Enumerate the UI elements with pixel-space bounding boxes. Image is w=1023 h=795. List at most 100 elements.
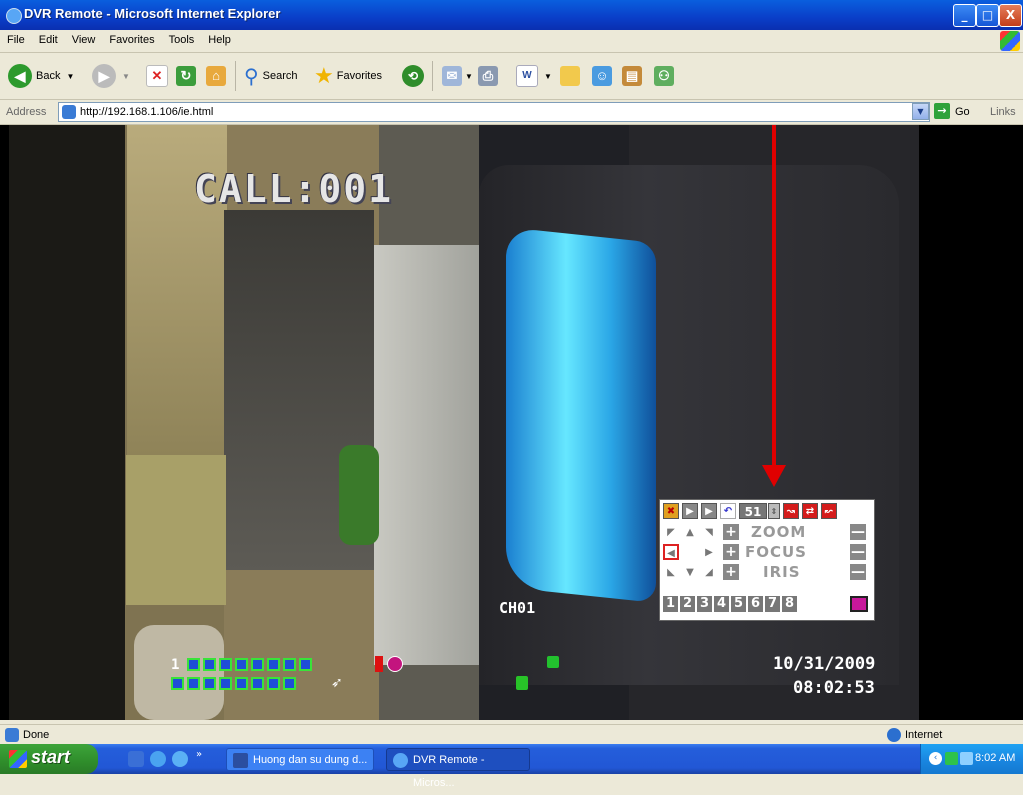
- channel-indicator[interactable]: [203, 677, 216, 690]
- ptz-up-icon[interactable]: ▲: [682, 524, 698, 540]
- quicklaunch-ie-icon[interactable]: [150, 751, 166, 767]
- quicklaunch-expand-icon[interactable]: »: [196, 749, 202, 760]
- forward-dropdown-icon[interactable]: ▼: [122, 72, 130, 81]
- refresh-button[interactable]: ↻: [176, 59, 196, 93]
- quicklaunch-ie2-icon[interactable]: [172, 751, 188, 767]
- title-bar[interactable]: DVR Remote - Microsoft Internet Explorer…: [0, 0, 1023, 30]
- channel-indicator[interactable]: [267, 658, 280, 671]
- ptz-close-icon[interactable]: ✖: [663, 503, 679, 519]
- channel-indicator[interactable]: [235, 677, 248, 690]
- ptz-channel-3-button[interactable]: 3: [697, 596, 712, 612]
- zoom-out-button[interactable]: —: [850, 524, 866, 540]
- ptz-goto-preset-icon[interactable]: ↝: [783, 503, 799, 519]
- menu-tools[interactable]: Tools: [162, 30, 202, 46]
- tray-security-icon[interactable]: [945, 752, 958, 765]
- record-indicator-icon: [375, 656, 383, 672]
- ptz-left-icon[interactable]: ◀: [663, 544, 679, 560]
- ptz-up-left-icon[interactable]: ◤: [663, 524, 679, 540]
- mail-button[interactable]: ✉ ▼: [442, 59, 473, 93]
- channel-indicator[interactable]: [171, 677, 184, 690]
- messenger-button[interactable]: ☺: [592, 59, 612, 93]
- ptz-next-icon[interactable]: ▶: [682, 503, 698, 519]
- person-green: [339, 445, 379, 545]
- tray-network-icon[interactable]: [960, 752, 973, 765]
- menu-favorites[interactable]: Favorites: [102, 30, 161, 46]
- favorites-button[interactable]: ★ Favorites: [314, 59, 382, 93]
- channel-indicator[interactable]: [267, 677, 280, 690]
- address-input[interactable]: http://192.168.1.106/ie.html: [58, 102, 930, 122]
- channel-indicator[interactable]: [251, 677, 264, 690]
- task-button-word[interactable]: Huong dan su dung d...: [226, 748, 374, 771]
- ie-task-icon: [393, 753, 408, 768]
- focus-near-button[interactable]: +: [723, 544, 739, 560]
- channel-indicator[interactable]: [299, 658, 312, 671]
- quicklaunch-desktop-icon[interactable]: [128, 751, 144, 767]
- ptz-down-icon[interactable]: ▼: [682, 564, 698, 580]
- search-button[interactable]: ⚲ Search: [244, 59, 298, 93]
- task-button-ie[interactable]: DVR Remote - Micros...: [386, 748, 530, 789]
- contacts-button[interactable]: ⚇: [654, 59, 674, 93]
- address-dropdown-icon[interactable]: ▼: [912, 103, 929, 120]
- ptz-right-icon[interactable]: ▶: [701, 544, 717, 560]
- research-button[interactable]: ▤: [622, 59, 642, 93]
- focus-far-button[interactable]: —: [850, 544, 866, 560]
- folder-button[interactable]: [560, 59, 580, 93]
- go-button[interactable]: Go: [955, 106, 970, 118]
- menu-edit[interactable]: Edit: [32, 30, 65, 46]
- history-button[interactable]: ⟲: [402, 59, 424, 93]
- ptz-multiview-icon[interactable]: [850, 596, 868, 612]
- channel-indicator[interactable]: [187, 677, 200, 690]
- minimize-button[interactable]: _: [953, 4, 976, 27]
- camera-video-feed[interactable]: CALL:001 CH01 10/31/2009 08:02:53 1 ➶ ✖ …: [9, 125, 1018, 720]
- ptz-channel-4-button[interactable]: 4: [714, 596, 729, 612]
- ptz-channel-6-button[interactable]: 6: [748, 596, 763, 612]
- back-button[interactable]: ◀ Back ▼: [8, 59, 74, 93]
- ptz-undo-icon[interactable]: ↶: [720, 503, 736, 519]
- stop-button[interactable]: ✕: [146, 59, 168, 93]
- back-dropdown-icon[interactable]: ▼: [66, 72, 74, 81]
- ptz-channel-7-button[interactable]: 7: [765, 596, 780, 612]
- home-button[interactable]: ⌂: [206, 59, 226, 93]
- menu-help[interactable]: Help: [201, 30, 238, 46]
- tray-clock[interactable]: 8:02 AM: [975, 752, 1015, 764]
- menu-view[interactable]: View: [65, 30, 103, 46]
- ptz-channel-5-button[interactable]: 5: [731, 596, 746, 612]
- zoom-in-button[interactable]: +: [723, 524, 739, 540]
- forward-button[interactable]: ▶ ▼: [92, 59, 130, 93]
- links-button[interactable]: Links: [990, 106, 1016, 118]
- channel-indicator[interactable]: [187, 658, 200, 671]
- channel-indicator[interactable]: [283, 658, 296, 671]
- ptz-preset-value[interactable]: 51: [739, 503, 767, 519]
- ptz-down-left-icon[interactable]: ◣: [663, 564, 679, 580]
- ptz-down-right-icon[interactable]: ◢: [701, 564, 717, 580]
- maximize-button[interactable]: □: [976, 4, 999, 27]
- channel-indicator[interactable]: [235, 658, 248, 671]
- ptz-play-icon[interactable]: ▶: [701, 503, 717, 519]
- edit-word-button[interactable]: W ▼: [516, 59, 552, 93]
- ptz-channel-1-button[interactable]: 1: [663, 596, 678, 612]
- ptz-channel-2-button[interactable]: 2: [680, 596, 695, 612]
- close-button[interactable]: X: [999, 4, 1022, 27]
- channel-indicator[interactable]: [251, 658, 264, 671]
- ptz-up-right-icon[interactable]: ◥: [701, 524, 717, 540]
- iris-open-button[interactable]: +: [723, 564, 739, 580]
- channel-indicator[interactable]: [203, 658, 216, 671]
- edit-dropdown-icon[interactable]: ▼: [544, 72, 552, 81]
- iris-close-button[interactable]: —: [850, 564, 866, 580]
- mail-dropdown-icon[interactable]: ▼: [465, 72, 473, 81]
- channel-indicator[interactable]: [283, 677, 296, 690]
- channel-indicator[interactable]: [219, 677, 232, 690]
- menu-file[interactable]: File: [0, 30, 32, 46]
- ptz-tour-icon[interactable]: ↜: [821, 503, 837, 519]
- address-label: Address: [6, 106, 47, 118]
- tray-collapse-icon[interactable]: ‹: [929, 752, 942, 765]
- start-button[interactable]: start: [0, 744, 98, 774]
- ptz-channel-8-button[interactable]: 8: [782, 596, 797, 612]
- address-url[interactable]: http://192.168.1.106/ie.html: [80, 106, 213, 118]
- print-button[interactable]: ⎙: [478, 59, 498, 93]
- go-arrow-icon[interactable]: →: [934, 103, 950, 119]
- focus-label: FOCUS: [745, 543, 807, 561]
- channel-indicator[interactable]: [219, 658, 232, 671]
- ptz-swap-icon[interactable]: ⇄: [802, 503, 818, 519]
- ptz-preset-stepper-icon[interactable]: ⇕: [768, 503, 780, 519]
